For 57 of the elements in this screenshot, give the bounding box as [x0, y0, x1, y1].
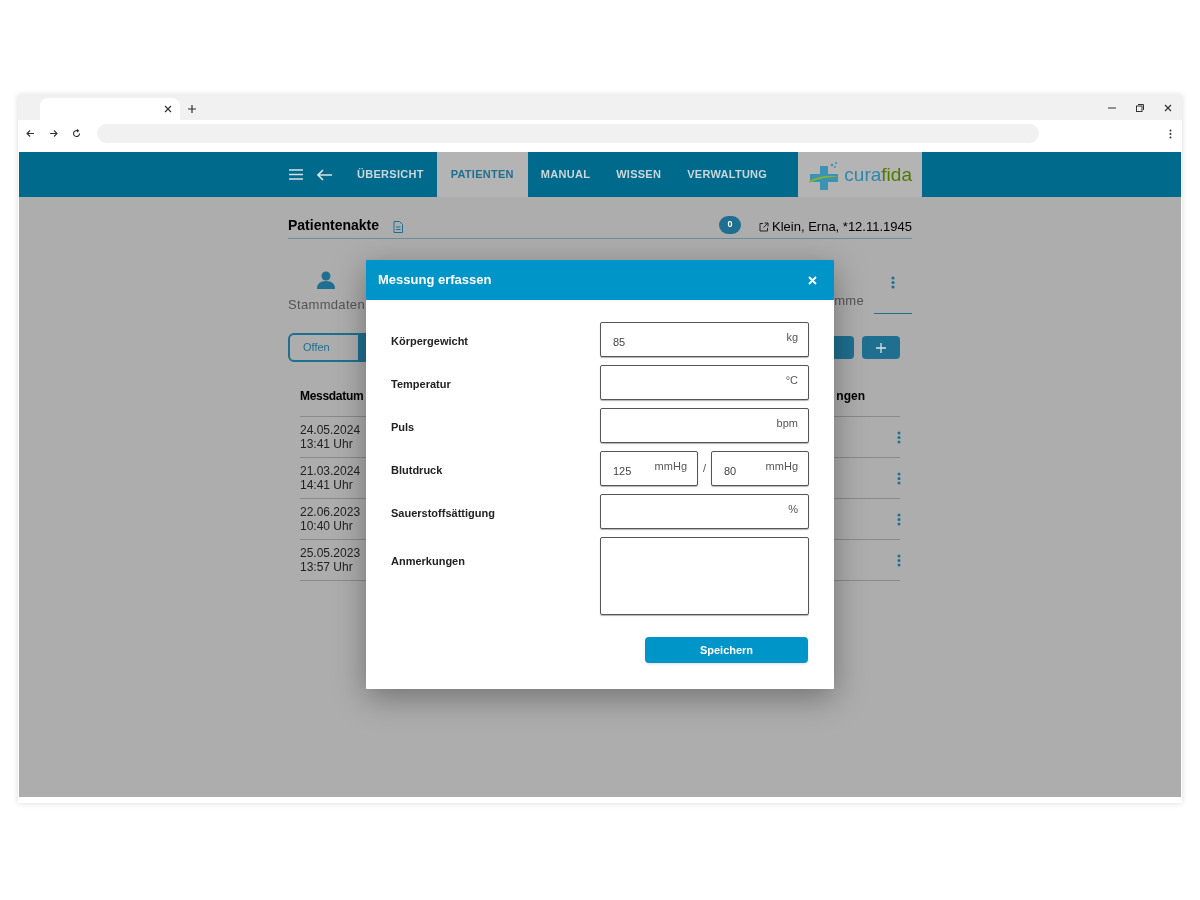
patient-name[interactable]: Klein, Erna, *12.11.1945: [772, 216, 912, 236]
plus-icon: [876, 342, 886, 353]
new-tab-icon[interactable]: [188, 105, 196, 113]
unit-label: kg: [786, 330, 798, 345]
person-icon: [317, 270, 336, 289]
field-label: Temperatur: [391, 377, 452, 392]
back-icon[interactable]: [26, 129, 35, 138]
page-title: Patientenakte: [288, 216, 380, 235]
date-cell: 24.05.2024 13:41 Uhr: [300, 423, 361, 451]
column-header: Messdatum: [300, 388, 364, 405]
document-icon[interactable]: [393, 221, 404, 233]
unit-label: °C: [785, 373, 798, 388]
external-link-icon[interactable]: [759, 222, 769, 232]
dialog-title: Messung erfassen: [378, 271, 492, 290]
reload-icon[interactable]: [72, 129, 81, 138]
menu-icon[interactable]: [1169, 128, 1172, 139]
nav-tab[interactable]: PATIENTEN: [436, 152, 528, 197]
more-icon[interactable]: [897, 512, 901, 526]
unit-label: mmHg: [654, 459, 687, 474]
field-label: Blutdruck: [391, 463, 444, 478]
more-icon[interactable]: [897, 471, 901, 485]
close-icon[interactable]: [1164, 104, 1172, 112]
input-field[interactable]: [600, 365, 809, 400]
nav-tab[interactable]: ÜBERSICHT: [344, 152, 437, 197]
date-cell: 22.06.2023 10:40 Uhr: [300, 505, 361, 533]
logo[interactable]: curafida: [798, 152, 923, 197]
logo-text: curafida: [844, 165, 912, 184]
column-header: ngen: [836, 388, 865, 405]
field-label: Anmerkungen: [391, 554, 466, 569]
save-button[interactable]: Speichern: [645, 637, 808, 663]
add-button[interactable]: [862, 336, 900, 359]
date-cell: 25.05.2023 13:57 Uhr: [300, 546, 361, 574]
unit-label: %: [788, 502, 798, 517]
separator-text: /: [701, 461, 708, 477]
section-tab[interactable]: mme: [834, 290, 864, 310]
input-field[interactable]: [600, 494, 809, 529]
field-label: Körpergewicht: [391, 334, 469, 349]
unit-label: mmHg: [765, 459, 798, 474]
notes-field[interactable]: [600, 537, 809, 615]
field-label: Sauerstoffsättigung: [391, 506, 496, 521]
message-badge[interactable]: 0: [719, 216, 741, 234]
date-cell: 21.03.2024 14:41 Uhr: [300, 464, 361, 492]
close-icon[interactable]: [164, 105, 172, 113]
nav-tab[interactable]: VERWALTUNG: [674, 152, 781, 197]
forward-icon[interactable]: [49, 129, 58, 138]
minimize-icon[interactable]: [1108, 104, 1116, 112]
more-icon[interactable]: [897, 430, 901, 444]
more-icon: [891, 276, 895, 289]
section-tab[interactable]: Stammdaten: [288, 270, 365, 314]
restore-icon[interactable]: [1136, 104, 1144, 112]
more-icon[interactable]: [897, 553, 901, 567]
nav-tab[interactable]: WISSEN: [603, 152, 675, 197]
unit-label: bpm: [776, 416, 798, 431]
field-label: Puls: [391, 420, 416, 435]
back-arrow-icon[interactable]: [316, 168, 332, 181]
nav-tab[interactable]: MANUAL: [527, 152, 604, 197]
input-field[interactable]: [600, 408, 809, 443]
